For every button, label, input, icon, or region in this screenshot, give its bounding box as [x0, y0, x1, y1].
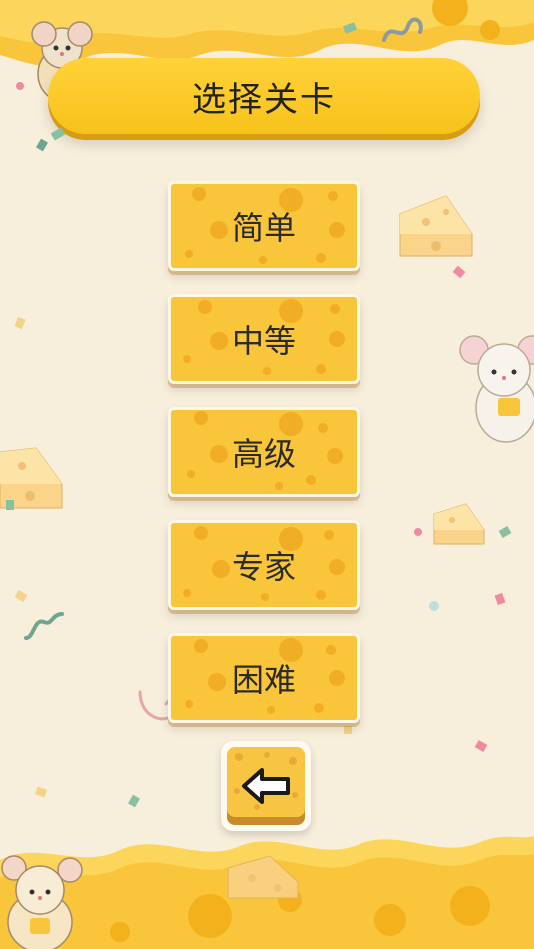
cheese-wedge-bottom	[227, 855, 299, 899]
level-button-hard[interactable]: 困难	[168, 633, 360, 723]
level-select-screen: 选择关卡 简单 中等 高级 专家 困难	[0, 0, 534, 949]
level-button-easy[interactable]: 简单	[168, 181, 360, 271]
back-button[interactable]	[221, 741, 311, 831]
level-label: 困难	[231, 661, 296, 699]
level-button-advanced[interactable]: 高级	[168, 407, 360, 497]
mouse-illustration-bottom	[1, 855, 83, 949]
level-list: 简单 中等 高级 专家 困难	[168, 181, 360, 746]
level-label: 简单	[231, 209, 296, 247]
level-button-expert[interactable]: 专家	[168, 520, 360, 610]
level-label: 高级	[231, 435, 296, 473]
arrow-left-icon	[242, 768, 290, 804]
level-label: 中等	[231, 322, 296, 360]
level-button-medium[interactable]: 中等	[168, 294, 360, 384]
back-button-face	[227, 747, 305, 825]
level-label: 专家	[231, 548, 296, 586]
